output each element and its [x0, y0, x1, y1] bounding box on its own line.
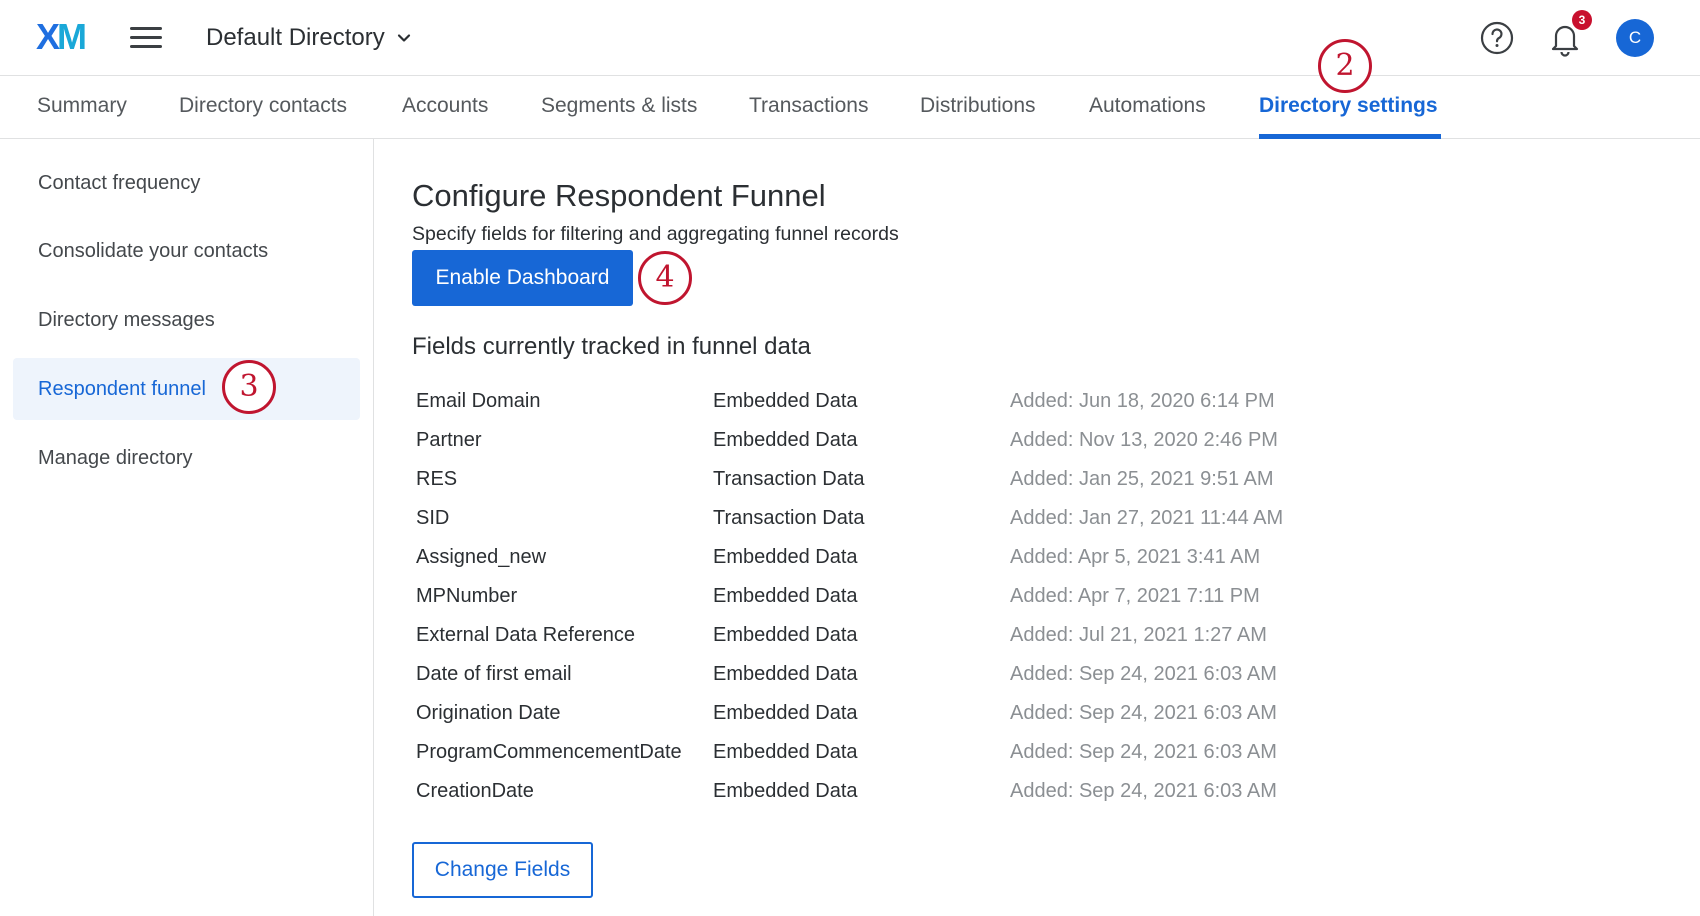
- field-type: Embedded Data: [713, 702, 858, 724]
- callout-step-3: 3: [222, 360, 276, 414]
- callout-step-2: 2: [1318, 39, 1372, 93]
- field-added: Added: Jan 27, 2021 11:44 AM: [1010, 507, 1284, 529]
- field-name: External Data Reference: [416, 624, 636, 646]
- field-type: Embedded Data: [713, 741, 858, 763]
- tab-summary[interactable]: Summary: [37, 94, 127, 118]
- chevron-down-icon: [397, 34, 410, 42]
- tab-transactions[interactable]: Transactions: [749, 94, 868, 118]
- directory-tabs: Summary Directory contacts Accounts Segm…: [0, 76, 1700, 139]
- field-added: Added: Sep 24, 2021 6:03 AM: [1010, 780, 1277, 802]
- field-name: Assigned_new: [416, 546, 547, 568]
- page-title: Configure Respondent Funnel: [412, 178, 826, 213]
- field-type: Embedded Data: [713, 624, 858, 646]
- field-type: Embedded Data: [713, 585, 858, 607]
- field-name: RES: [416, 468, 458, 490]
- field-type: Embedded Data: [713, 546, 858, 568]
- field-name: Email Domain: [416, 390, 541, 412]
- top-bar: XM Default Directory 3 C: [0, 0, 1700, 76]
- field-added: Added: Sep 24, 2021 6:03 AM: [1010, 741, 1277, 763]
- sidebar-item-manage-directory[interactable]: Manage directory: [13, 427, 360, 489]
- enable-dashboard-button[interactable]: Enable Dashboard: [412, 250, 633, 306]
- field-added: Added: Apr 7, 2021 7:11 PM: [1010, 585, 1260, 607]
- tab-distributions[interactable]: Distributions: [920, 94, 1036, 118]
- field-type: Transaction Data: [713, 468, 865, 490]
- field-added: Added: Sep 24, 2021 6:03 AM: [1010, 663, 1277, 685]
- sidebar-item-directory-messages[interactable]: Directory messages: [13, 289, 360, 351]
- hamburger-line: [130, 45, 162, 48]
- change-fields-button[interactable]: Change Fields: [412, 842, 593, 898]
- field-name: CreationDate: [416, 780, 534, 802]
- fields-section-title: Fields currently tracked in funnel data: [412, 333, 811, 360]
- sidebar-item-contact-frequency[interactable]: Contact frequency: [13, 152, 360, 214]
- field-name: Origination Date: [416, 702, 561, 724]
- field-type: Embedded Data: [713, 429, 858, 451]
- callout-step-4: 4: [638, 251, 692, 305]
- directory-label: Default Directory: [206, 24, 385, 51]
- field-added: Added: Jun 18, 2020 6:14 PM: [1010, 390, 1275, 412]
- hamburger-menu-icon[interactable]: [130, 24, 164, 52]
- active-tab-underline: [1259, 134, 1441, 139]
- tab-segments-lists[interactable]: Segments & lists: [541, 94, 697, 118]
- tab-directory-settings[interactable]: Directory settings: [1259, 94, 1438, 118]
- tab-automations[interactable]: Automations: [1089, 94, 1206, 118]
- hamburger-line: [130, 27, 162, 30]
- tab-accounts[interactable]: Accounts: [402, 94, 488, 118]
- field-added: Added: Apr 5, 2021 3:41 AM: [1010, 546, 1261, 568]
- settings-sidebar: Contact frequency Consolidate your conta…: [0, 139, 374, 916]
- field-added: Added: Jan 25, 2021 9:51 AM: [1010, 468, 1274, 490]
- field-type: Embedded Data: [713, 663, 858, 685]
- field-name: MPNumber: [416, 585, 518, 607]
- field-added: Added: Jul 21, 2021 1:27 AM: [1010, 624, 1267, 646]
- field-name: ProgramCommencementDate: [416, 741, 682, 763]
- xm-logo[interactable]: XM: [36, 16, 87, 57]
- field-name: Partner: [416, 429, 482, 451]
- page-subtitle: Specify fields for filtering and aggrega…: [412, 223, 899, 245]
- user-avatar[interactable]: C: [1616, 19, 1654, 57]
- field-type: Embedded Data: [713, 390, 858, 412]
- notification-badge: 3: [1572, 10, 1592, 30]
- tab-directory-contacts[interactable]: Directory contacts: [179, 94, 347, 118]
- field-type: Embedded Data: [713, 780, 858, 802]
- field-type: Transaction Data: [713, 507, 865, 529]
- hamburger-line: [130, 36, 162, 39]
- help-circle-icon[interactable]: [1478, 19, 1516, 57]
- logo-x: X: [36, 16, 60, 57]
- field-added: Added: Nov 13, 2020 2:46 PM: [1010, 429, 1278, 451]
- directory-dropdown[interactable]: Default Directory: [206, 20, 411, 56]
- sidebar-item-respondent-funnel[interactable]: Respondent funnel: [13, 358, 360, 420]
- field-added: Added: Sep 24, 2021 6:03 AM: [1010, 702, 1277, 724]
- sidebar-item-consolidate-contacts[interactable]: Consolidate your contacts: [13, 220, 360, 282]
- field-name: Date of first email: [416, 663, 572, 685]
- logo-m: M: [57, 16, 87, 57]
- field-name: SID: [416, 507, 450, 529]
